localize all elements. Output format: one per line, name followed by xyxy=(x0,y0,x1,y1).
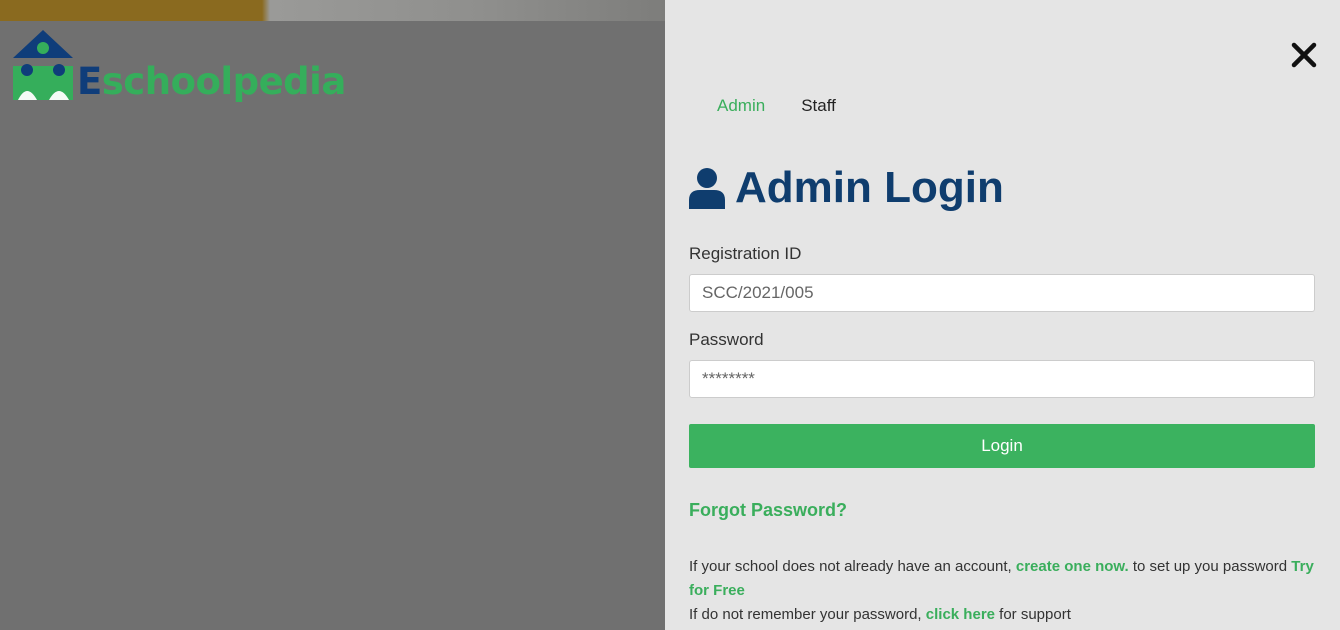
close-icon xyxy=(1291,42,1317,68)
eschoolpedia-logo[interactable]: Eschoolpedia xyxy=(13,30,346,106)
login-tabs: Admin Staff xyxy=(717,95,836,117)
info-line1-prefix: If your school does not already have an … xyxy=(689,558,1016,575)
user-icon xyxy=(689,168,725,209)
login-button[interactable]: Login xyxy=(689,424,1315,468)
login-panel: Admin Staff Admin Login Registration ID … xyxy=(665,0,1340,630)
page-backdrop: Eschoolpedia xyxy=(0,0,665,630)
logo-first-letter: E xyxy=(77,60,102,103)
page-title: Admin Login xyxy=(689,160,1004,216)
logo-wordmark: Eschoolpedia xyxy=(77,58,346,106)
registration-id-input[interactable] xyxy=(689,274,1315,312)
account-info-text: If your school does not already have an … xyxy=(689,555,1319,627)
close-button[interactable] xyxy=(1289,40,1319,70)
background-photo xyxy=(0,0,665,21)
info-line2-prefix: If do not remember your password, xyxy=(689,606,926,623)
info-line2-suffix: for support xyxy=(995,606,1071,623)
info-line1-middle: to set up you password xyxy=(1128,558,1292,575)
logo-house-icon xyxy=(13,30,73,100)
tab-staff[interactable]: Staff xyxy=(801,95,836,117)
password-input[interactable] xyxy=(689,360,1315,398)
forgot-password-link[interactable]: Forgot Password? xyxy=(689,500,847,521)
tab-admin[interactable]: Admin xyxy=(717,95,765,117)
support-link[interactable]: click here xyxy=(926,606,995,623)
logo-rest: schoolpedia xyxy=(101,60,347,103)
create-account-link[interactable]: create one now. xyxy=(1016,558,1129,575)
registration-id-label: Registration ID xyxy=(689,244,802,263)
password-label: Password xyxy=(689,330,764,349)
page-title-text: Admin Login xyxy=(735,163,1004,212)
